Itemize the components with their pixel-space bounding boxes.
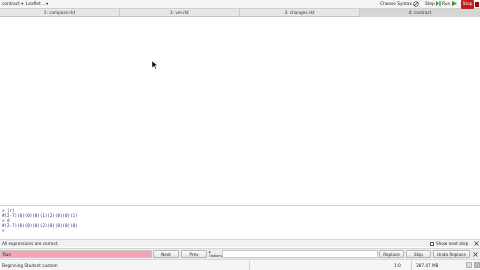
repl-line: > bbox=[2, 228, 5, 233]
close-icon[interactable] bbox=[473, 252, 478, 257]
definitions-menu[interactable]: contract ▾ bbox=[2, 0, 23, 9]
step-button[interactable]: Step bbox=[425, 0, 441, 9]
tab-contract[interactable]: 4: contract bbox=[360, 9, 480, 17]
tab-ver[interactable]: 2: ver.rkt bbox=[120, 9, 240, 17]
status-spacer bbox=[250, 261, 388, 270]
top-toolbar: contract ▾ Leaflet ...▾ Choose Syntax St… bbox=[0, 0, 480, 9]
next-label: Next bbox=[161, 252, 171, 257]
tab-label: 1: compose.rkt bbox=[43, 10, 76, 15]
prev-button[interactable]: Prev bbox=[181, 250, 207, 258]
stop-button[interactable]: Stop bbox=[461, 0, 474, 9]
tab-compose[interactable]: 1: compose.rkt bbox=[0, 9, 120, 17]
interactions-repl[interactable]: > (r) #(2-7)(0)(0)(0)(1)(2)(0)(0)(1) > d… bbox=[0, 205, 480, 239]
check-status-bar: All expressions are correct. Show next s… bbox=[0, 239, 480, 247]
cursor-position-value: 1:0 bbox=[394, 263, 401, 268]
choose-syntax-label: Choose Syntax bbox=[380, 2, 413, 7]
replace-input[interactable] bbox=[222, 250, 378, 258]
close-icon[interactable] bbox=[474, 241, 479, 246]
status-message: All expressions are correct. bbox=[2, 241, 59, 246]
bottom-status-bar: Beginning Student custom 1:0 387.47 MB bbox=[0, 259, 480, 270]
definitions-editor[interactable] bbox=[0, 17, 480, 205]
gc-icon bbox=[466, 262, 472, 268]
cursor-position: 1:0 bbox=[392, 261, 412, 270]
show-next-step-label: Show next step bbox=[436, 241, 469, 246]
options-toggle[interactable]: ▸ Options bbox=[209, 250, 222, 259]
memory-usage: 387.47 MB bbox=[414, 261, 464, 270]
language-label: Beginning Student custom bbox=[2, 263, 58, 268]
run-button[interactable]: Run bbox=[442, 0, 457, 9]
syntax-icon bbox=[413, 0, 420, 7]
tab-label: 4: contract bbox=[408, 10, 432, 15]
find-replace-bar: Run Next Prev ▸ Options Replace Skip Und… bbox=[0, 248, 480, 259]
find-input[interactable]: Run bbox=[0, 250, 152, 258]
run-icon bbox=[451, 1, 457, 6]
module-browser-menu-label: Leaflet ...▾ bbox=[26, 2, 49, 7]
step-icon bbox=[436, 1, 441, 6]
undo-replace-button[interactable]: Undo Replace bbox=[433, 250, 470, 258]
run-label: Run bbox=[442, 2, 451, 7]
language-status[interactable]: Beginning Student custom bbox=[0, 261, 250, 270]
prev-label: Prev bbox=[189, 252, 199, 257]
next-button[interactable]: Next bbox=[153, 250, 179, 258]
replace-button[interactable]: Replace bbox=[379, 250, 404, 258]
mouse-cursor-icon bbox=[152, 61, 158, 69]
definitions-menu-label: contract ▾ bbox=[2, 2, 24, 7]
stop-icon bbox=[475, 2, 479, 7]
options-label: Options bbox=[209, 254, 223, 258]
tab-label: 2: ver.rkt bbox=[170, 10, 189, 15]
running-indicator-icon bbox=[474, 262, 480, 268]
tab-label: 3: changes.rkt bbox=[284, 10, 315, 15]
module-browser-menu[interactable]: Leaflet ...▾ bbox=[26, 0, 48, 9]
skip-label: Skip bbox=[414, 252, 423, 257]
memory-usage-value: 387.47 MB bbox=[416, 263, 439, 268]
skip-button[interactable]: Skip bbox=[406, 250, 431, 258]
undo-replace-label: Undo Replace bbox=[437, 252, 466, 257]
show-next-step-checkbox[interactable] bbox=[430, 242, 434, 246]
tab-changes[interactable]: 3: changes.rkt bbox=[240, 9, 360, 17]
find-input-value: Run bbox=[3, 252, 12, 257]
step-label: Step bbox=[425, 2, 435, 7]
tab-bar: 1: compose.rkt 2: ver.rkt 3: changes.rkt… bbox=[0, 9, 480, 17]
replace-label: Replace bbox=[383, 252, 400, 257]
choose-syntax-button[interactable]: Choose Syntax bbox=[380, 0, 420, 9]
stop-label: Stop bbox=[462, 2, 473, 7]
